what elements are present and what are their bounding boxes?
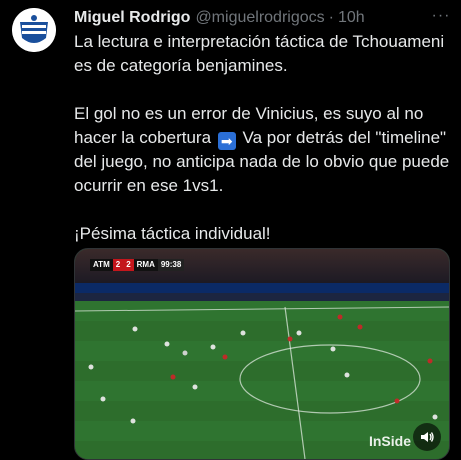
tweet-header: Miguel Rodrigo @miguelrodrigocs · 10h — [74, 6, 453, 30]
timestamp[interactable]: 10h — [338, 9, 365, 27]
home-team: ATM — [90, 259, 113, 271]
home-score: 2 — [112, 259, 124, 271]
away-score: 2 — [123, 259, 134, 271]
video-player[interactable]: ATM 2 2 RMA 99:38 InSide — [74, 248, 450, 460]
video-frame — [75, 249, 449, 459]
tweet[interactable]: Miguel Rodrigo @miguelrodrigocs · 10h ··… — [0, 0, 461, 460]
speaker-icon — [421, 432, 434, 442]
broadcaster-watermark: InSide — [368, 433, 411, 449]
avatar[interactable] — [12, 8, 56, 52]
match-clock: 99:38 — [157, 259, 185, 271]
separator: · — [328, 9, 334, 26]
author-name[interactable]: Miguel Rodrigo — [74, 9, 190, 27]
scoreboard: ATM 2 2 RMA 99:38 — [90, 259, 185, 271]
team-badge-icon — [12, 8, 56, 52]
mute-toggle-button[interactable] — [413, 423, 441, 451]
right-arrow-icon: ➡ — [217, 132, 236, 150]
paragraph-1: La lectura e interpretación táctica de T… — [74, 32, 445, 75]
tweet-text: La lectura e interpretación táctica de T… — [74, 30, 454, 246]
paragraph-2: El gol no es un error de Vinicius, es su… — [74, 102, 454, 198]
more-options-icon[interactable]: ··· — [431, 6, 451, 26]
author-handle[interactable]: @miguelrodrigocs — [195, 9, 324, 27]
away-team: RMA — [133, 259, 158, 271]
paragraph-3: ¡Pésima táctica individual! — [74, 224, 271, 243]
